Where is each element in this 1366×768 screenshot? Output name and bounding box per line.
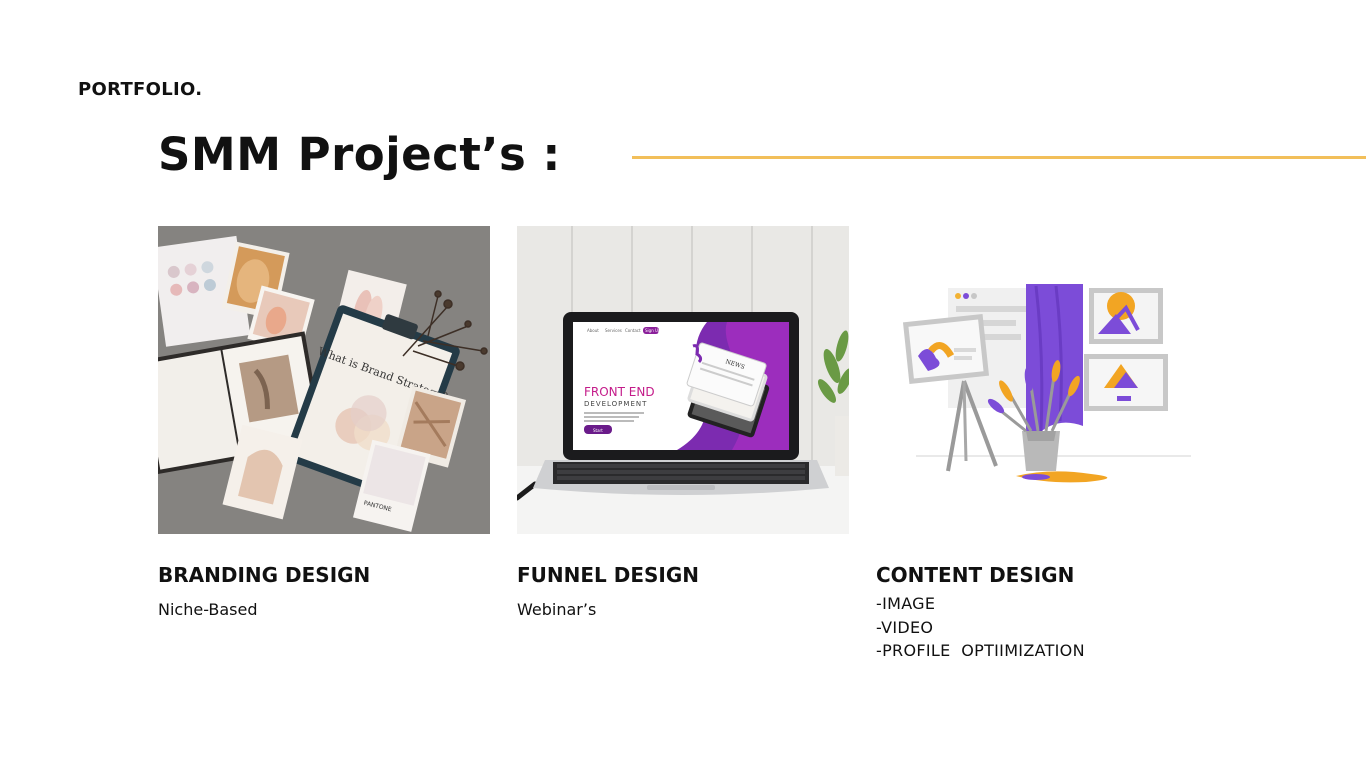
branding-design-image: What is Brand Strategy? PANTONE [158, 226, 490, 534]
content-design-list: -IMAGE -VIDEO -PROFILE OPTIIMIZATION [876, 592, 1085, 663]
nav-signup: Sign Up [645, 328, 661, 333]
funnel-design-subtitle: Webinar’s [517, 600, 597, 619]
front-end-headline: FRONT END [584, 385, 655, 399]
development-subheadline: DEVELOPMENT [584, 400, 647, 408]
funnel-design-image: About Services Contact Sign Up FRONT END… [517, 226, 849, 534]
nav-item-1: About [587, 328, 599, 333]
list-item: -IMAGE [876, 594, 936, 613]
title-rule [632, 156, 1366, 159]
page-title: SMM Project’s : [158, 128, 561, 181]
list-item: -PROFILE OPTIIMIZATION [876, 641, 1085, 660]
nav-item-2: Services [605, 328, 622, 333]
list-item: -VIDEO [876, 617, 934, 637]
content-design-title: CONTENT DESIGN [876, 563, 1075, 587]
cta-button-text: Start [593, 428, 603, 433]
content-design-illustration [876, 226, 1208, 534]
nav-item-3: Contact [625, 328, 641, 333]
branding-design-title: BRANDING DESIGN [158, 563, 371, 587]
funnel-design-title: FUNNEL DESIGN [517, 563, 700, 587]
brand-label: PORTFOLIO. [78, 79, 203, 100]
branding-design-subtitle: Niche-Based [158, 600, 258, 619]
